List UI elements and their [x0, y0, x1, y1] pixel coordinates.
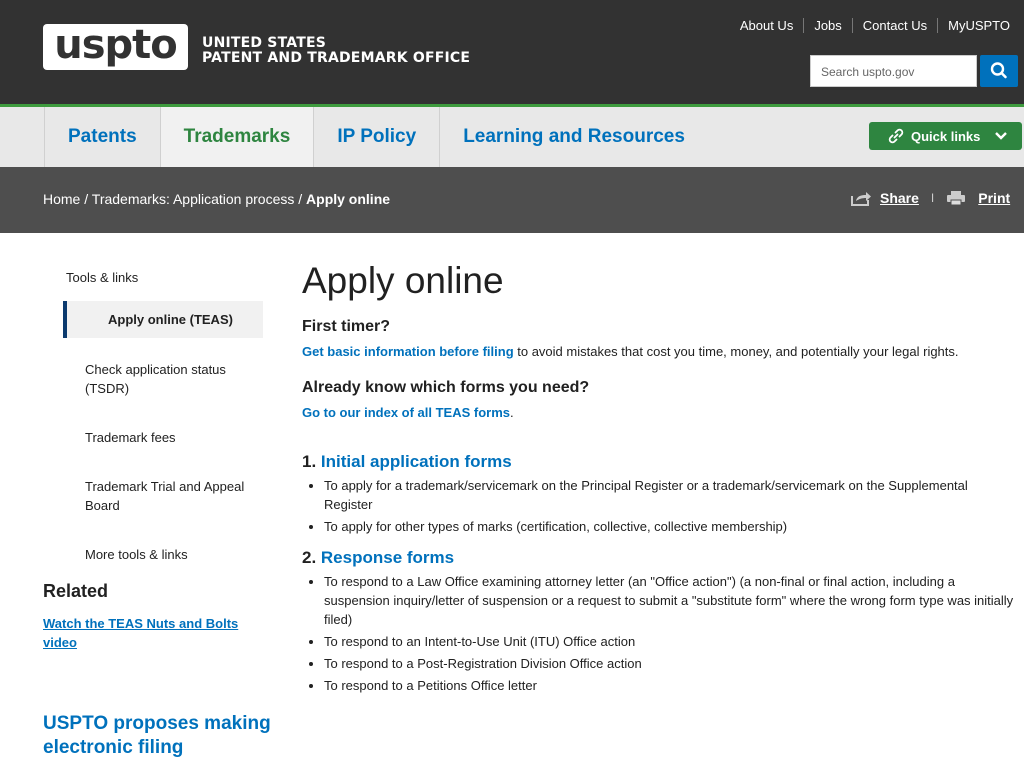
contact-us-link[interactable]: Contact Us [851, 18, 937, 33]
section-response-forms-heading: 2. Response forms [302, 548, 1017, 568]
section-initial-forms-heading: 1. Initial application forms [302, 452, 1017, 472]
search-input[interactable]: Search uspto.gov [810, 55, 977, 87]
list-item: To respond to a Law Office examining att… [324, 572, 1017, 629]
nav-learning-resources[interactable]: Learning and Resources [440, 107, 708, 167]
breadcrumb-separator: / [294, 191, 307, 207]
first-timer-text: Get basic information before filing to a… [302, 342, 1017, 361]
breadcrumb-band: Home / Trademarks: Application process /… [0, 167, 1024, 233]
basic-info-link[interactable]: Get basic information before filing [302, 344, 514, 359]
agency-line-2: PATENT AND TRADEMARK OFFICE [202, 50, 471, 66]
teas-video-link[interactable]: Watch the TEAS Nuts and Bolts video [43, 614, 243, 652]
initial-forms-list: To apply for a trademark/servicemark on … [302, 476, 1017, 536]
breadcrumb: Home / Trademarks: Application process /… [43, 191, 390, 207]
main-content: Apply online First timer? Get basic info… [302, 258, 1017, 698]
search-icon [990, 62, 1007, 79]
sidebar-item-ttab[interactable]: Trademark Trial and Appeal Board [43, 469, 263, 523]
list-item: To apply for other types of marks (certi… [324, 517, 1017, 536]
list-item: To respond to an Intent-to-Use Unit (ITU… [324, 632, 1017, 651]
print-link[interactable]: Print [978, 190, 1010, 206]
uspto-logo[interactable]: uspto [43, 24, 188, 70]
page-title: Apply online [302, 260, 504, 301]
section-number: 2. [302, 548, 321, 567]
page-actions: Share I Print [850, 190, 1010, 206]
share-link[interactable]: Share [880, 190, 919, 206]
index-text: Go to our index of all TEAS forms. [302, 403, 1017, 422]
initial-forms-link[interactable]: Initial application forms [321, 452, 512, 471]
chevron-down-icon [995, 132, 1008, 140]
breadcrumb-home[interactable]: Home [43, 191, 80, 207]
site-header: uspto UNITED STATES PATENT AND TRADEMARK… [0, 0, 1024, 107]
nav-trademarks[interactable]: Trademarks [160, 107, 315, 167]
utility-links: About Us Jobs Contact Us MyUSPTO [730, 18, 1020, 33]
sidebar-item-more-tools[interactable]: More tools & links [43, 537, 263, 572]
agency-line-1: UNITED STATES [202, 35, 326, 51]
first-timer-heading: First timer? [302, 318, 391, 335]
nav-patents[interactable]: Patents [44, 107, 161, 167]
know-forms-heading: Already know which forms you need? [302, 379, 590, 396]
sidebar-item-apply-online[interactable]: Apply online (TEAS) [63, 301, 263, 338]
index-period: . [510, 405, 514, 420]
breadcrumb-separator: / [80, 191, 92, 207]
logo-text: uspto [54, 22, 178, 68]
print-icon [947, 191, 966, 206]
related-heading: Related [43, 581, 109, 601]
sidebar-item-check-status[interactable]: Check application status (TSDR) [43, 352, 263, 406]
sidebar: Tools & links Apply online (TEAS) Check … [43, 270, 263, 572]
breadcrumb-application-process[interactable]: Trademarks: Application process [92, 191, 295, 207]
promo-headline[interactable]: USPTO proposes making electronic filing [43, 712, 273, 760]
quick-links-label: Quick links [911, 128, 981, 144]
list-item: To respond to a Petitions Office letter [324, 676, 1017, 695]
search-button[interactable] [980, 55, 1018, 87]
section-number: 1. [302, 452, 321, 471]
about-us-link[interactable]: About Us [730, 18, 803, 33]
link-icon [888, 128, 904, 144]
jobs-link[interactable]: Jobs [803, 18, 851, 33]
sidebar-item-trademark-fees[interactable]: Trademark fees [43, 420, 263, 455]
nav-ip-policy[interactable]: IP Policy [314, 107, 441, 167]
sidebar-heading: Tools & links [66, 270, 139, 285]
list-item: To apply for a trademark/servicemark on … [324, 476, 1017, 514]
response-forms-link[interactable]: Response forms [321, 548, 454, 567]
action-divider: I [930, 191, 935, 205]
teas-index-link[interactable]: Go to our index of all TEAS forms [302, 405, 510, 420]
myuspto-link[interactable]: MyUSPTO [937, 18, 1020, 33]
quick-links-button[interactable]: Quick links [869, 122, 1022, 150]
response-forms-list: To respond to a Law Office examining att… [302, 572, 1017, 695]
share-icon [851, 192, 871, 206]
list-item: To respond to a Post-Registration Divisi… [324, 654, 1017, 673]
agency-name[interactable]: UNITED STATES PATENT AND TRADEMARK OFFIC… [202, 36, 470, 66]
breadcrumb-current: Apply online [306, 191, 391, 207]
first-timer-body: to avoid mistakes that cost you time, mo… [513, 344, 959, 359]
